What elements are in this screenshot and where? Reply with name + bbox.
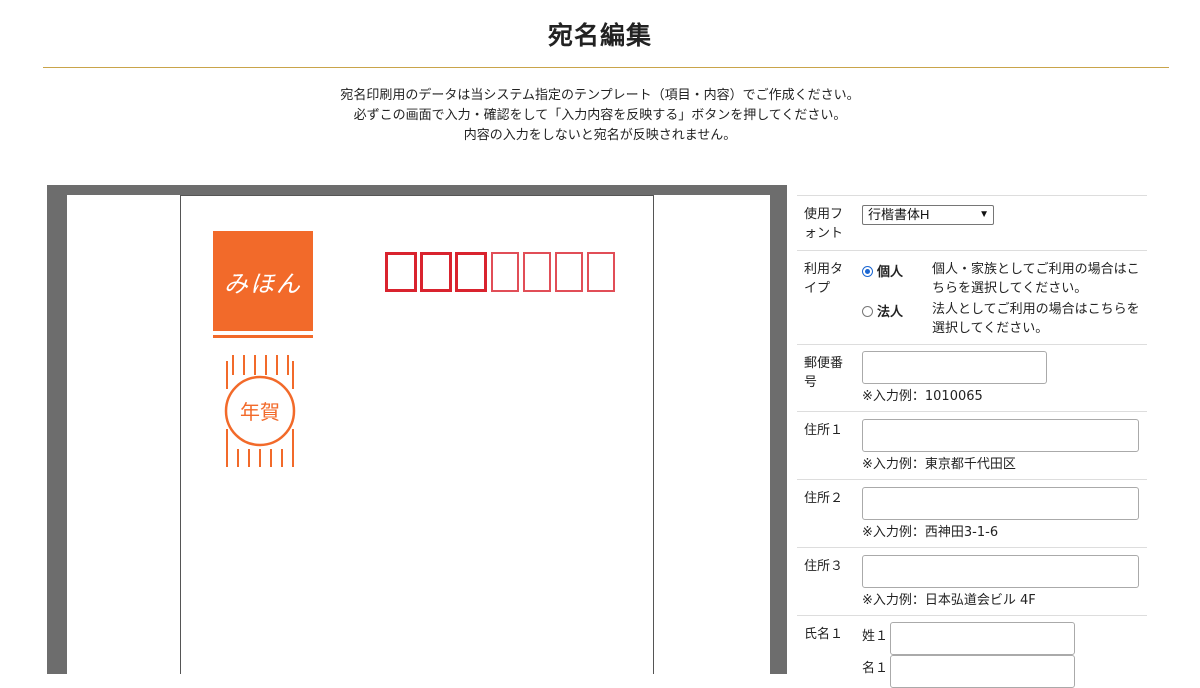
postal-box [385, 252, 417, 292]
address2-label: 住所２ [804, 491, 844, 506]
address3-input[interactable] [862, 555, 1139, 588]
radio-unchecked-icon[interactable] [862, 306, 873, 317]
form-row-font: 使用フォント 行楷書体H ▼ [797, 195, 1147, 250]
address1-input[interactable] [862, 419, 1139, 452]
corporate-description: 法人としてご利用の場合はこちらを選択してください。 [932, 302, 1140, 336]
address2-input[interactable] [862, 487, 1139, 520]
first-name-label: 名１ [862, 661, 889, 676]
form-row-usage-type: 利用タイプ 個人 個人・家族としてご利用の場合はこちらを選択してください。 法人… [797, 250, 1147, 344]
address2-example: ※入力例：西神田3-1-6 [862, 525, 999, 540]
sample-logo-underline [213, 335, 313, 338]
form-row-name1: 氏名１ 姓１ 名１ [797, 615, 1147, 688]
font-select[interactable]: 行楷書体H ▼ [862, 205, 994, 225]
sample-logo: みほん [213, 231, 313, 331]
last-name-input[interactable] [890, 622, 1075, 655]
address1-label: 住所１ [804, 423, 844, 438]
nenga-stamp-icon: 年賀 [224, 355, 296, 467]
radio-corporate-label: 法人 [877, 305, 904, 320]
name1-label: 氏名１ [804, 627, 844, 642]
first-name-input[interactable] [890, 655, 1075, 688]
radio-corporate[interactable]: 法人 [862, 301, 922, 320]
postal-code-input[interactable] [862, 351, 1047, 384]
postal-box [420, 252, 452, 292]
instruction-line: 必ずこの画面で入力・確認をして「入力内容を反映する」ボタンを押してください。 [353, 108, 847, 123]
form-row-address2: 住所２ ※入力例：西神田3-1-6 [797, 479, 1147, 547]
individual-description: 個人・家族としてご利用の場合はこちらを選択してください。 [932, 262, 1140, 296]
font-label: 使用フォント [804, 207, 844, 241]
postal-box [455, 252, 487, 292]
address3-label: 住所３ [804, 559, 844, 574]
page-title: 宛名編集 [547, 21, 652, 50]
postal-box [555, 252, 583, 292]
form-row-address1: 住所１ ※入力例：東京都千代田区 [797, 411, 1147, 479]
postcard-preview-frame: みほん 年賀 [47, 185, 787, 674]
postal-code-example: ※入力例：1010065 [862, 389, 983, 404]
usage-type-label: 利用タイプ [804, 262, 844, 296]
form-row-address3: 住所３ ※入力例：日本弘道会ビル 4F [797, 547, 1147, 615]
postal-code-label: 郵便番号 [804, 356, 844, 390]
radio-checked-icon[interactable] [862, 266, 873, 277]
address3-example: ※入力例：日本弘道会ビル 4F [862, 593, 1036, 608]
address1-example: ※入力例：東京都千代田区 [862, 457, 1016, 472]
title-divider [43, 67, 1169, 68]
radio-individual[interactable]: 個人 [862, 261, 922, 280]
postal-box [523, 252, 551, 292]
stamp-text: 年賀 [240, 400, 280, 424]
form-row-postal-code: 郵便番号 ※入力例：1010065 [797, 344, 1147, 411]
postal-box [491, 252, 519, 292]
sample-logo-text: みほん [224, 269, 302, 298]
postal-box [587, 252, 615, 292]
font-select-value: 行楷書体H [868, 207, 930, 222]
instruction-line: 内容の入力をしないと宛名が反映されません。 [463, 128, 737, 143]
radio-individual-label: 個人 [877, 265, 904, 280]
address-form: 使用フォント 行楷書体H ▼ 利用タイプ 個人 個人・家族としてご利用の場合はこ… [797, 195, 1147, 688]
instruction-line: 宛名印刷用のデータは当システム指定のテンプレート（項目・内容）でご作成ください。 [340, 88, 860, 103]
chevron-down-icon: ▼ [979, 209, 989, 220]
preview-paper: みほん 年賀 [67, 195, 770, 674]
last-name-label: 姓１ [862, 629, 889, 644]
instructions: 宛名印刷用のデータは当システム指定のテンプレート（項目・内容）でご作成ください。… [0, 86, 1200, 146]
